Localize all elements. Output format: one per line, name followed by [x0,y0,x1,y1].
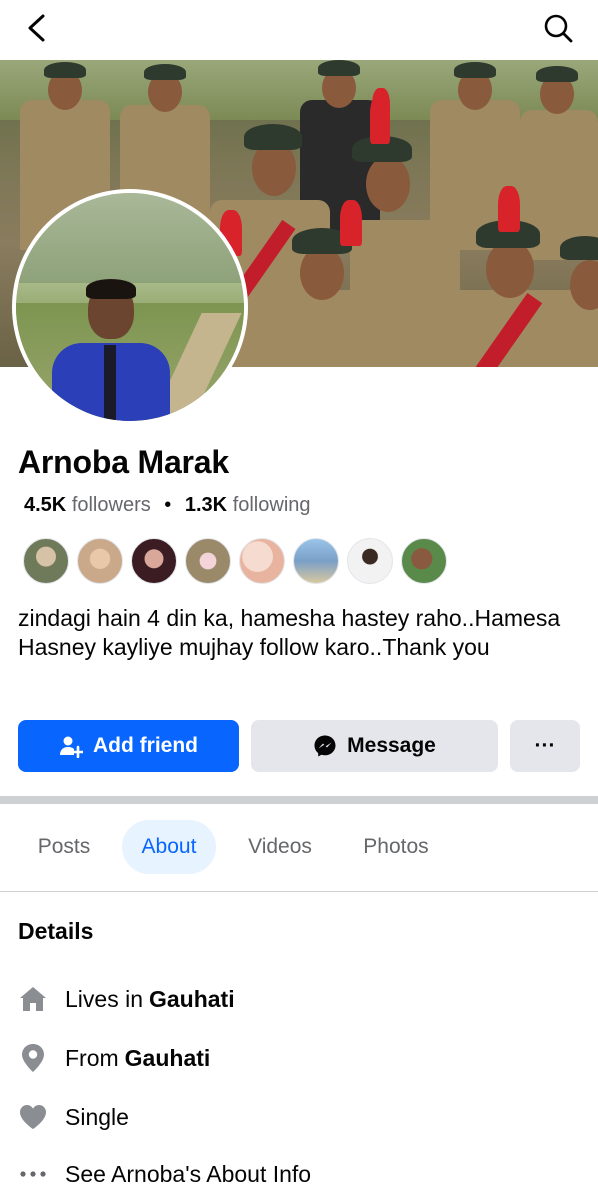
messenger-icon [313,734,337,758]
tab-photos[interactable]: Photos [346,820,446,874]
tab-about[interactable]: About [122,820,216,874]
lives-in-value[interactable]: Gauhati [149,986,235,1013]
add-friend-label: Add friend [93,734,198,757]
friend-avatar[interactable] [347,538,393,584]
more-options-icon: ··· [534,734,556,757]
tab-videos[interactable]: Videos [232,820,328,874]
relationship-status: Single [65,1103,129,1130]
search-button[interactable] [540,10,576,46]
detail-lives-in: Lives in Gauhati [18,983,235,1015]
profile-picture[interactable] [16,193,244,421]
stats-separator: • [164,494,172,516]
heart-icon [18,1102,48,1132]
follow-stats: 4.5K followers • 1.3K following [24,494,311,517]
friend-avatar[interactable] [131,538,177,584]
search-icon [544,14,573,43]
detail-from: From Gauhati [18,1042,210,1074]
followers-count[interactable]: 4.5K [24,494,66,516]
friend-avatar[interactable] [77,538,123,584]
detail-relationship: Single [18,1101,129,1133]
profile-bio: zindagi hain 4 din ka, hamesha hastey ra… [18,605,561,660]
home-icon [18,984,48,1014]
following-count[interactable]: 1.3K [185,494,227,516]
following-label[interactable]: following [233,494,311,516]
profile-tabs: Posts About Videos Photos [0,820,598,876]
friend-avatar[interactable] [185,538,231,584]
see-about-info-link[interactable]: See Arnoba's About Info [18,1158,311,1190]
tabs-divider [0,891,598,892]
section-divider [0,796,598,804]
profile-name: Arnoba Marak [18,444,229,480]
message-button[interactable]: Message [251,720,498,772]
followers-label[interactable]: followers [72,494,151,516]
tab-posts[interactable]: Posts [20,820,108,874]
chevron-left-icon [28,14,45,42]
details-heading: Details [18,918,94,944]
add-friend-icon [59,734,83,758]
from-prefix: From [65,1044,119,1071]
from-value[interactable]: Gauhati [125,1045,211,1072]
friend-avatar[interactable] [293,538,339,584]
back-button[interactable] [18,10,54,46]
friend-avatars [23,538,447,586]
lives-in-prefix: Lives in [65,985,143,1012]
see-about-info-label: See Arnoba's About Info [65,1160,312,1187]
friend-avatar[interactable] [239,538,285,584]
message-label: Message [347,734,436,757]
location-pin-icon [18,1043,48,1073]
friend-avatar[interactable] [401,538,447,584]
top-bar [0,0,598,60]
more-options-button[interactable]: ··· [510,720,580,772]
ellipsis-icon [18,1159,48,1189]
friend-avatar[interactable] [23,538,69,584]
add-friend-button[interactable]: Add friend [18,720,239,772]
